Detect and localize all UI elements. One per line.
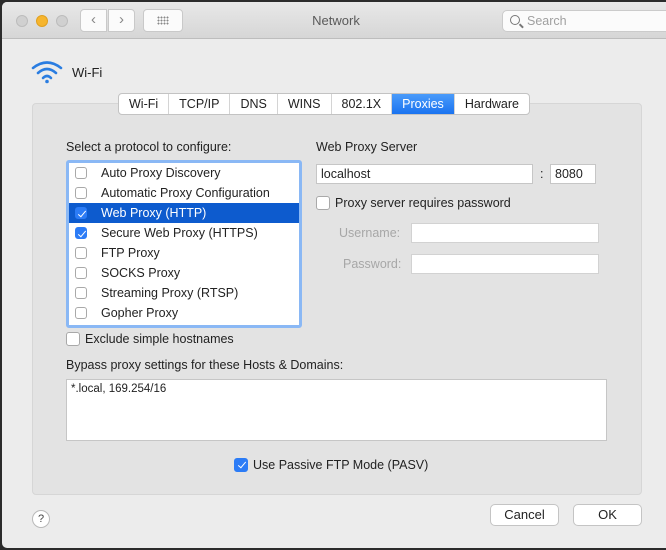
username-label: Username: <box>339 226 401 240</box>
ok-button[interactable]: OK <box>573 504 642 526</box>
protocol-label: SOCKS Proxy <box>101 266 181 280</box>
protocol-row[interactable]: Streaming Proxy (RTSP) <box>69 283 299 303</box>
password-input[interactable] <box>411 254 599 274</box>
protocol-checkbox[interactable] <box>75 267 87 279</box>
protocol-heading: Select a protocol to configure: <box>66 140 232 154</box>
passive-ftp-label: Use Passive FTP Mode (PASV) <box>253 458 429 472</box>
network-window: ‹ › Network Search Wi-Fi Wi-Fi TCP/IP DN… <box>2 2 666 548</box>
protocol-row[interactable]: Web Proxy (HTTP) <box>69 203 299 223</box>
interface-name: Wi-Fi <box>72 65 103 80</box>
cancel-button[interactable]: Cancel <box>490 504 559 526</box>
tab-8021x[interactable]: 802.1X <box>332 94 393 114</box>
search-placeholder: Search <box>527 14 567 28</box>
protocol-label: FTP Proxy <box>101 246 160 260</box>
search-field[interactable]: Search <box>502 10 666 32</box>
search-icon <box>510 15 520 25</box>
tab-hardware[interactable]: Hardware <box>455 94 529 114</box>
requires-password[interactable]: Proxy server requires password <box>316 196 511 210</box>
protocol-label: Secure Web Proxy (HTTPS) <box>101 226 258 240</box>
help-button[interactable]: ? <box>32 510 50 528</box>
protocol-row[interactable]: Automatic Proxy Configuration <box>69 183 299 203</box>
tab-wins[interactable]: WINS <box>278 94 332 114</box>
protocol-list: Auto Proxy Discovery Automatic Proxy Con… <box>66 160 302 328</box>
protocol-checkbox[interactable] <box>75 287 87 299</box>
server-heading: Web Proxy Server <box>316 140 418 154</box>
tab-dns[interactable]: DNS <box>230 94 278 114</box>
protocol-row[interactable]: Secure Web Proxy (HTTPS) <box>69 223 299 243</box>
exclude-simple-hostnames[interactable]: Exclude simple hostnames <box>66 332 234 346</box>
protocol-label: Web Proxy (HTTP) <box>101 206 207 220</box>
protocol-row[interactable]: SOCKS Proxy <box>69 263 299 283</box>
protocol-checkbox[interactable] <box>75 167 87 179</box>
protocol-checkbox[interactable] <box>75 247 87 259</box>
passive-ftp[interactable]: Use Passive FTP Mode (PASV) <box>234 458 428 472</box>
protocol-row[interactable]: Auto Proxy Discovery <box>69 163 299 183</box>
passive-ftp-checkbox[interactable] <box>234 458 248 472</box>
wifi-icon <box>31 61 63 84</box>
protocol-label: Streaming Proxy (RTSP) <box>101 286 239 300</box>
tab-bar: Wi-Fi TCP/IP DNS WINS 802.1X Proxies Har… <box>118 93 530 115</box>
requires-password-checkbox[interactable] <box>316 196 330 210</box>
title-bar: ‹ › Network Search <box>2 2 666 39</box>
proxy-host-input[interactable]: localhost <box>316 164 533 184</box>
protocol-checkbox[interactable] <box>75 307 87 319</box>
username-input[interactable] <box>411 223 599 243</box>
requires-password-label: Proxy server requires password <box>335 196 511 210</box>
protocol-row[interactable]: FTP Proxy <box>69 243 299 263</box>
proxy-port-input[interactable]: 8080 <box>550 164 596 184</box>
protocol-label: Automatic Proxy Configuration <box>101 186 270 200</box>
protocol-checkbox[interactable] <box>75 187 87 199</box>
exclude-simple-label: Exclude simple hostnames <box>85 332 234 346</box>
password-label: Password: <box>343 257 402 271</box>
exclude-simple-checkbox[interactable] <box>66 332 80 346</box>
tab-wifi[interactable]: Wi-Fi <box>119 94 170 114</box>
protocol-checkbox[interactable] <box>75 207 87 219</box>
bypass-textarea[interactable]: *.local, 169.254/16 <box>66 379 607 441</box>
protocol-label: Gopher Proxy <box>101 306 179 320</box>
protocol-label: Auto Proxy Discovery <box>101 166 221 180</box>
bypass-label: Bypass proxy settings for these Hosts & … <box>66 358 344 372</box>
protocol-row[interactable]: Gopher Proxy <box>69 303 299 323</box>
tab-tcpip[interactable]: TCP/IP <box>169 94 231 114</box>
port-separator: : <box>540 167 544 181</box>
tab-proxies[interactable]: Proxies <box>392 94 455 114</box>
protocol-checkbox[interactable] <box>75 227 87 239</box>
